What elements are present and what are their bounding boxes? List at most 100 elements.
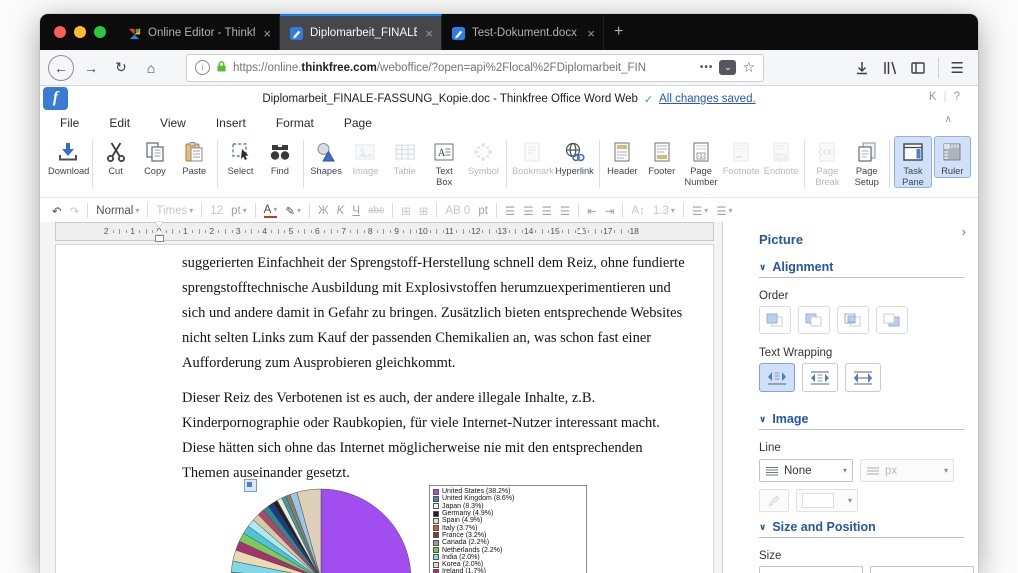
underline-button[interactable]: Ч	[352, 205, 360, 217]
copy-button[interactable]: Copy	[136, 136, 173, 178]
menu-view[interactable]: View	[160, 116, 186, 130]
image-button: Image	[347, 136, 384, 178]
page-number-button[interactable]: -1- Page Number	[682, 136, 719, 188]
height-spinner[interactable]: H px ▲▼	[870, 566, 974, 573]
toolbar-button-label: Select	[227, 166, 254, 176]
menu-file[interactable]: File	[60, 116, 79, 130]
ruler-tick	[383, 229, 385, 234]
task-pane-collapse-icon[interactable]: ›	[962, 224, 966, 239]
help-button[interactable]: ?	[954, 91, 960, 103]
paragraph[interactable]: suggerierten Einfachheit der Sprengstoff…	[182, 251, 694, 376]
site-info-icon[interactable]: i	[195, 60, 210, 75]
ruler-tick	[139, 230, 141, 233]
select-button[interactable]: Select	[222, 136, 259, 178]
left-indent-marker[interactable]	[155, 235, 164, 242]
shortcut-hint[interactable]: K	[929, 91, 937, 103]
text-box-button[interactable]: A Text Box	[425, 136, 462, 188]
format-divider	[147, 203, 149, 218]
first-line-indent-marker[interactable]	[155, 222, 163, 227]
browser-tab[interactable]: Online Editor - Thinkfree ×	[118, 14, 280, 50]
downloads-icon[interactable]	[854, 60, 870, 76]
library-icon[interactable]	[882, 60, 898, 76]
toolbar-button-label: Paste	[182, 166, 207, 176]
shapes-button[interactable]: Shapes	[307, 136, 344, 178]
document-text[interactable]: suggerierten Einfachheit der Sprengstoff…	[182, 251, 694, 496]
numbered-list-button[interactable]: ☰ ▾	[692, 204, 708, 218]
font-color-button[interactable]: A ▾	[263, 204, 278, 218]
find-button[interactable]: Find	[261, 136, 298, 178]
minimize-window-button[interactable]	[74, 26, 86, 38]
image-section-header[interactable]: ∨ Image	[759, 412, 808, 426]
bold-button[interactable]: Ж	[318, 205, 329, 217]
paragraph[interactable]: Dieser Reiz des Verbotenen ist es auch, …	[182, 386, 694, 486]
browser-tab[interactable]: Test-Dokument.docx - Thinkfre ×	[442, 14, 604, 50]
right-indent-marker[interactable]	[577, 227, 586, 233]
page-actions-icon[interactable]: •••	[700, 62, 714, 73]
sidebar-toggle-icon[interactable]	[910, 60, 926, 76]
close-window-button[interactable]	[54, 26, 66, 38]
menu-edit[interactable]: Edit	[109, 116, 130, 130]
page-setup-button[interactable]: Page Setup	[848, 136, 885, 188]
browser-tab-active[interactable]: Diplomarbeit_FINALE-FASSUNG ×	[280, 14, 442, 50]
home-button[interactable]: ⌂	[138, 55, 164, 81]
ruler-number: 11	[444, 226, 454, 236]
ruler-tick	[469, 230, 471, 233]
hyperlink-button[interactable]: Hyperlink	[554, 136, 595, 178]
hanging-indent-marker[interactable]	[155, 229, 163, 234]
dropdown-arrow-icon: ▾	[135, 206, 140, 215]
zoom-window-button[interactable]	[94, 26, 106, 38]
align-left-button[interactable]: ☰	[505, 204, 515, 218]
ruler-button[interactable]: Ruler	[933, 136, 971, 178]
indent-increase-button[interactable]: ⇥	[605, 204, 615, 218]
thinkfree-doc-icon	[289, 26, 304, 41]
ruler-tick	[416, 230, 418, 233]
new-tab-button[interactable]: +	[604, 14, 633, 50]
back-button[interactable]: ←	[48, 54, 74, 81]
pie-chart-object[interactable]	[226, 487, 426, 573]
wrap-through-button[interactable]	[845, 363, 881, 392]
menu-format[interactable]: Format	[276, 116, 314, 130]
indent-decrease-button[interactable]: ⇤	[587, 204, 597, 218]
menu-hamburger-icon[interactable]: ☰	[951, 59, 964, 77]
char-spacing-unit-button[interactable]: pt	[478, 205, 488, 217]
document-page[interactable]: suggerierten Einfachheit der Sprengstoff…	[55, 244, 714, 573]
ruler[interactable]: 2 1 0 1 2 3 4 5 6 7 8 9 10 11 12 13 14 15 16 17 18	[55, 222, 714, 242]
size-position-section-header[interactable]: ∨ Size and Position	[759, 520, 876, 534]
align-right-button[interactable]: ☰	[542, 204, 552, 218]
wrap-inline-button[interactable]	[759, 363, 795, 392]
bullet-list-button[interactable]: ☰ ▾	[716, 204, 732, 218]
all-changes-saved-link[interactable]: All changes saved.	[659, 93, 756, 105]
url-bar[interactable]: i https://online.thinkfree.com/weboffice…	[186, 53, 764, 82]
cut-button[interactable]: Cut	[97, 136, 134, 178]
line-style-dropdown[interactable]: None ▾	[759, 459, 853, 482]
tab-close-icon[interactable]: ×	[261, 26, 273, 41]
align-justify-button[interactable]: ☰	[560, 204, 570, 218]
tab-close-icon[interactable]: ×	[423, 26, 435, 41]
header-button[interactable]: Header	[604, 136, 641, 178]
menu-page[interactable]: Page	[344, 116, 372, 130]
italic-button[interactable]: K	[337, 205, 345, 217]
collapse-toolbar-icon[interactable]: ∧	[945, 114, 952, 125]
tab-close-icon[interactable]: ×	[585, 26, 597, 41]
footer-button[interactable]: Footer	[643, 136, 680, 178]
paste-button[interactable]: Paste	[176, 136, 213, 178]
ruler-tick	[310, 230, 312, 233]
align-center-button[interactable]: ☰	[523, 204, 533, 218]
download-button[interactable]: Download	[47, 136, 89, 178]
menu-insert[interactable]: Insert	[216, 116, 246, 130]
width-spinner[interactable]: W px ▲▼	[759, 566, 863, 573]
forward-button[interactable]: →	[78, 55, 104, 81]
font-size-unit-button[interactable]: pt ▾	[231, 205, 247, 217]
paragraph-style-button[interactable]: Normal ▾	[96, 205, 139, 217]
pocket-icon[interactable]: ⌄	[719, 60, 737, 75]
highlight-color-button[interactable]: ✎ ▾	[285, 204, 301, 218]
undo-button[interactable]: ↶	[52, 204, 62, 218]
task-pane-button[interactable]: Task Pane	[894, 136, 932, 188]
text-line: sprengstofftechnische Ausbildung mit Exp…	[182, 280, 671, 296]
toolbar-divider	[803, 140, 805, 188]
wrap-square-button[interactable]	[802, 363, 838, 392]
reload-button[interactable]: ↻	[108, 55, 134, 81]
bookmark-star-icon[interactable]: ☆	[742, 59, 755, 76]
alignment-section-header[interactable]: ∨ Alignment	[759, 260, 833, 274]
text-line: Themen auseinander gesetzt.	[182, 465, 350, 481]
